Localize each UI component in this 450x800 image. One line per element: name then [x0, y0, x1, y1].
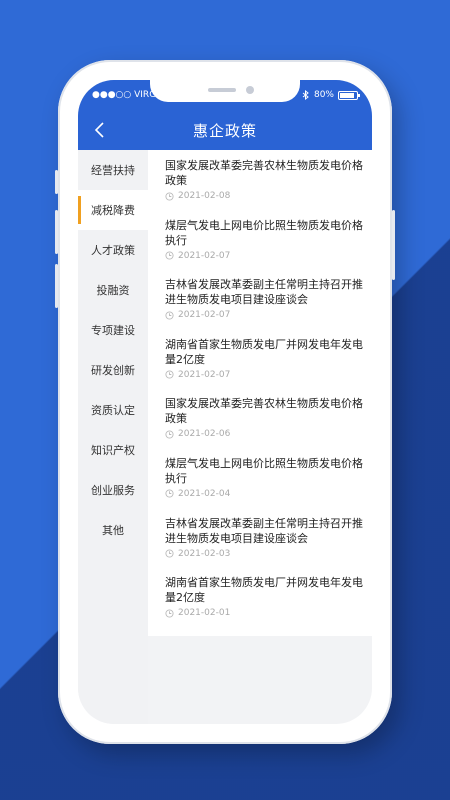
sidebar-item-tax-reduction[interactable]: 减税降费 [78, 190, 148, 230]
sidebar-item-label: 资质认定 [91, 404, 135, 417]
chevron-left-icon [94, 122, 104, 138]
article-title: 吉林省发展改革委副主任常明主持召开推进生物质发电项目建设座谈会 [165, 516, 363, 545]
sidebar-item-label: 减税降费 [91, 204, 135, 217]
article-date: 2021-02-03 [178, 548, 231, 559]
article-date: 2021-02-01 [178, 608, 231, 619]
volume-down-button [55, 264, 58, 308]
article-list: 国家发展改革委完善农林生物质发电价格政策 2021-02-08 煤层气发电上网电… [148, 150, 372, 636]
front-camera [246, 86, 254, 94]
sidebar-item-other[interactable]: 其他 [78, 510, 148, 550]
phone-frame: ●●●○○ VIRGIN 80% 惠企政策 经营扶持 减税降费 人才政策 投融资… [55, 60, 395, 744]
list-item[interactable]: 湖南省首家生物质发电厂并网发电年发电量2亿度 2021-02-07 [148, 329, 372, 389]
article-title: 煤层气发电上网电价比照生物质发电价格执行 [165, 218, 363, 247]
sidebar-item-talent-policy[interactable]: 人才政策 [78, 230, 148, 270]
back-button[interactable] [90, 120, 110, 140]
sidebar-item-special-projects[interactable]: 专项建设 [78, 310, 148, 350]
clock-icon [165, 311, 174, 320]
sidebar-item-label: 创业服务 [91, 484, 135, 497]
article-title: 湖南省首家生物质发电厂并网发电年发电量2亿度 [165, 576, 363, 605]
category-sidebar: 经营扶持 减税降费 人才政策 投融资 专项建设 研发创新 资质认定 知识产权 创… [78, 150, 148, 724]
article-date: 2021-02-08 [178, 191, 231, 201]
article-date: 2021-02-07 [178, 369, 231, 380]
battery-icon [338, 90, 360, 100]
article-title: 煤层气发电上网电价比照生物质发电价格执行 [165, 456, 363, 485]
clock-icon [165, 609, 174, 618]
battery-percent: 80% [313, 90, 334, 100]
sidebar-item-label: 研发创新 [91, 364, 135, 377]
sidebar-item-label: 经营扶持 [91, 164, 135, 177]
clock-icon [165, 489, 174, 499]
article-date: 2021-02-04 [178, 488, 231, 499]
list-item[interactable]: 湖南省首家生物质发电厂并网发电年发电量2亿度 2021-02-01 [148, 567, 372, 627]
sidebar-item-label: 专项建设 [91, 324, 135, 337]
clock-icon [165, 370, 174, 379]
sidebar-item-label: 知识产权 [91, 444, 135, 457]
article-title: 国家发展改革委完善农林生物质发电价格政策 [165, 397, 363, 426]
sidebar-item-operation-support[interactable]: 经营扶持 [78, 150, 148, 190]
phone-notch [150, 80, 300, 102]
clock-icon [165, 430, 174, 439]
list-item[interactable]: 吉林省发展改革委副主任常明主持召开推进生物质发电项目建设座谈会 2021-02-… [148, 269, 372, 329]
sidebar-item-label: 其他 [102, 524, 124, 537]
sidebar-item-label: 人才政策 [91, 244, 135, 257]
article-date: 2021-02-07 [178, 310, 231, 321]
page-title: 惠企政策 [192, 121, 257, 140]
article-date: 2021-02-06 [178, 429, 231, 440]
main-content: 经营扶持 减税降费 人才政策 投融资 专项建设 研发创新 资质认定 知识产权 创… [78, 150, 372, 724]
navigation-bar: 惠企政策 [78, 110, 372, 150]
clock-icon [165, 549, 174, 558]
list-item[interactable]: 煤层气发电上网电价比照生物质发电价格执行 2021-02-04 [148, 448, 372, 508]
article-title: 吉林省发展改革委副主任常明主持召开推进生物质发电项目建设座谈会 [165, 278, 363, 307]
mute-switch [55, 170, 58, 194]
power-button [392, 210, 395, 280]
list-item[interactable]: 国家发展改革委完善农林生物质发电价格政策 2021-02-06 [148, 388, 372, 448]
list-item[interactable]: 吉林省发展改革委副主任常明主持召开推进生物质发电项目建设座谈会 2021-02-… [148, 508, 372, 568]
article-title: 国家发展改革委完善农林生物质发电价格政策 [165, 159, 363, 187]
phone-screen: ●●●○○ VIRGIN 80% 惠企政策 经营扶持 减税降费 人才政策 投融资… [78, 80, 372, 724]
sidebar-item-label: 投融资 [96, 284, 130, 297]
sidebar-item-financing[interactable]: 投融资 [78, 270, 148, 310]
sidebar-item-rnd-innovation[interactable]: 研发创新 [78, 350, 148, 390]
speaker-grille [208, 88, 236, 92]
sidebar-item-qualification[interactable]: 资质认定 [78, 390, 148, 430]
list-item[interactable]: 国家发展改革委完善农林生物质发电价格政策 2021-02-08 [148, 150, 372, 210]
article-title: 湖南省首家生物质发电厂并网发电年发电量2亿度 [165, 337, 363, 366]
bluetooth-icon [302, 90, 309, 100]
list-item[interactable]: 煤层气发电上网电价比照生物质发电价格执行 2021-02-07 [148, 210, 372, 270]
sidebar-item-intellectual-property[interactable]: 知识产权 [78, 430, 148, 470]
volume-up-button [55, 210, 58, 254]
sidebar-item-startup-services[interactable]: 创业服务 [78, 470, 148, 510]
clock-icon [165, 191, 174, 201]
article-date: 2021-02-07 [178, 250, 231, 261]
clock-icon [165, 251, 174, 260]
